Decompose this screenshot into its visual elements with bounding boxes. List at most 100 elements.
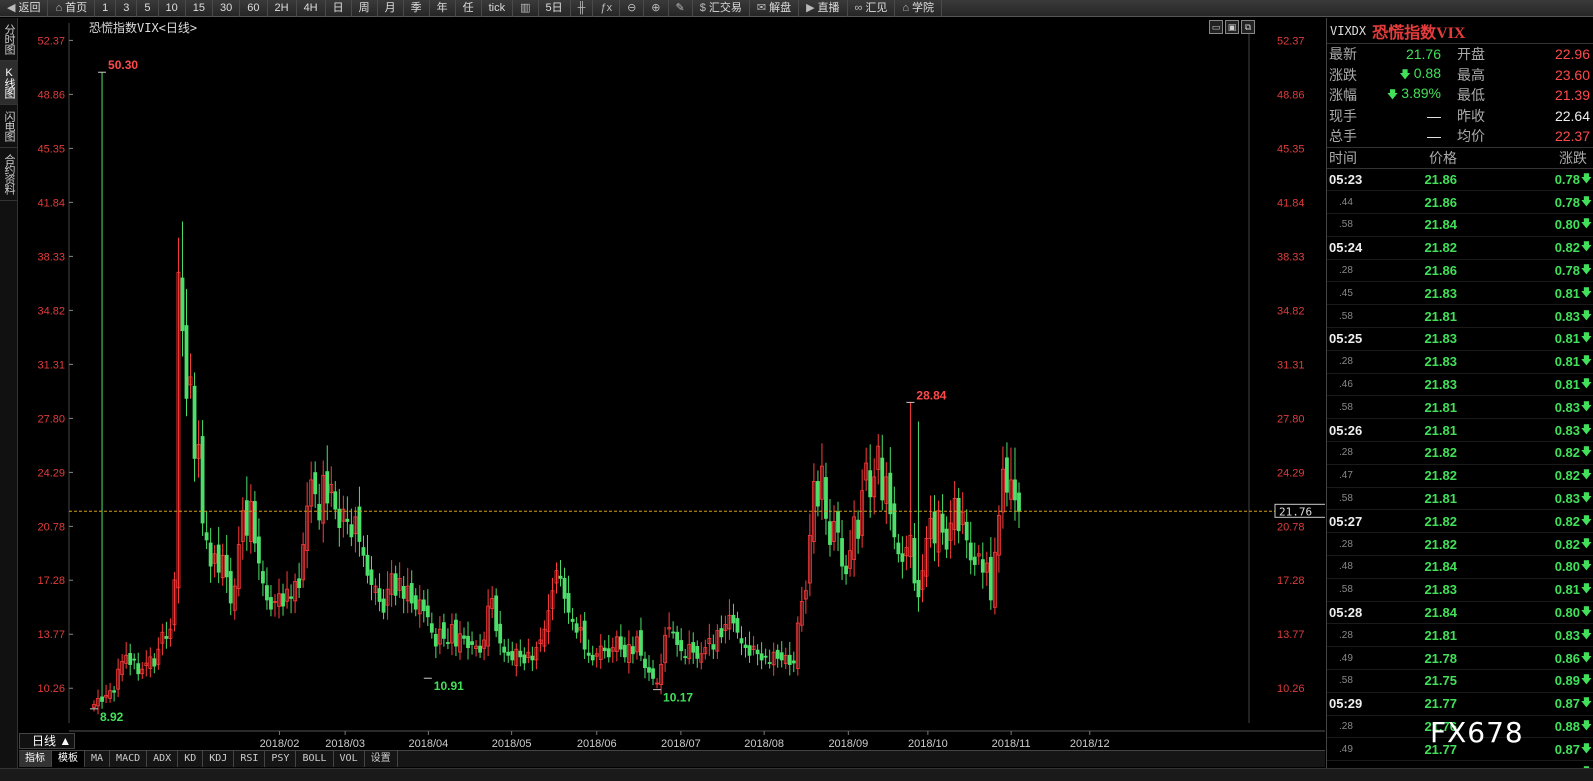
toolbar-pany-button[interactable]: 任 [456, 0, 482, 17]
toolbar-p2h-button[interactable]: 2H [268, 0, 297, 17]
candle-body [944, 528, 949, 550]
tick-table[interactable]: 05:23 21.86 0.78 🡇 .44 21.86 0.78 🡇 .58 21.84 0.80… [1327, 169, 1593, 768]
indicator-tabs: 指标 模板 MA MACD ADX KD KDJ RSI PSY BOLL VOL 设置 [19, 750, 1325, 767]
tick-row: .58 21.84 0.80 🡇 [1327, 214, 1593, 237]
left-tab-bar: 分时图 K线图 闪电图 合约资料 [0, 18, 18, 781]
toolbar-p4h-button[interactable]: 4H [297, 0, 326, 17]
indicator-tab-10[interactable]: VOL [334, 751, 365, 767]
candle-body [647, 667, 651, 673]
down-arrow-icon: 🡇 [1580, 674, 1592, 687]
quote-header: VIXDX 恐慌指数VIX [1327, 18, 1593, 44]
toolbar-p30-button[interactable]: 30 [213, 0, 241, 17]
toolbar-pday-button[interactable]: 日 [326, 0, 352, 17]
toolbar-academy-button[interactable]: ⌂ 学院 [895, 0, 943, 17]
indicator-tab-5[interactable]: KD [178, 751, 204, 767]
down-arrow-icon: 🡇 [1580, 423, 1592, 436]
candle-body [759, 653, 764, 661]
tick-row: 05:29 21.77 0.87 🡇 [1327, 693, 1593, 716]
left-tab-2[interactable]: 闪电图 [0, 105, 18, 148]
tick-time: .58 [1339, 219, 1353, 231]
toolbar-label: 日 [332, 1, 344, 14]
candle-body [478, 645, 482, 653]
restore-chart-icon[interactable]: ⧉ [1241, 20, 1255, 34]
zoom-in-chart-icon[interactable]: ▣ [1225, 20, 1239, 34]
candle-body [269, 597, 273, 610]
candle-body [200, 436, 205, 524]
annotation-label: 10.91 [434, 679, 464, 693]
indicator-tab-4[interactable]: ADX [147, 751, 179, 767]
toolbar-pweek-button[interactable]: 周 [352, 0, 378, 17]
tick-row: 05:28 21.84 0.80 🡇 [1327, 602, 1593, 625]
candle-body [244, 500, 249, 536]
toolbar-label: 返回 [18, 1, 41, 14]
tick-price: 21.82 [1424, 536, 1457, 552]
toolbar-live-button[interactable]: ▶ 直播 [799, 0, 848, 17]
toolbar-pquarter-button[interactable]: 季 [404, 0, 430, 17]
toolbar-back-button[interactable]: ◀ 返回 [0, 0, 49, 17]
toolbar-zoomin-button[interactable]: ⊕ [644, 0, 669, 17]
tick-price: 21.75 [1424, 673, 1457, 689]
toolbar-p3-button[interactable]: 3 [116, 0, 138, 17]
toolbar-p15-button[interactable]: 15 [186, 0, 213, 17]
tick-time: 05:23 [1329, 171, 1363, 187]
tick-row: .28 21.82 0.82 🡇 [1327, 533, 1593, 557]
candle-body [566, 593, 571, 613]
tick-row: .28 21.86 0.78 🡇 [1327, 260, 1593, 283]
down-arrow-icon: 🡇 [1580, 697, 1592, 710]
tick-change: 0.83 [1554, 491, 1580, 507]
left-tab-3[interactable]: 合约资料 [0, 148, 18, 201]
candle-body [184, 325, 189, 399]
indicator-tab-7[interactable]: RSI [234, 751, 266, 767]
toolbar-home-button[interactable]: ⌂ 首页 [48, 0, 96, 17]
toolbar-p60-button[interactable]: 60 [240, 0, 268, 17]
tick-change: 0.78 [1554, 194, 1580, 210]
toolbar-label: tick [488, 1, 506, 14]
left-tab-0[interactable]: 分时图 [0, 18, 18, 61]
candle-body [297, 578, 302, 589]
toolbar-pyear-button[interactable]: 年 [430, 0, 456, 17]
down-arrow-icon: 🡇 [1580, 332, 1592, 345]
toolbar-p10-button[interactable]: 10 [159, 0, 186, 17]
toolbar-p1-button[interactable]: 1 [95, 0, 117, 17]
left-tab-1[interactable]: K线图 [0, 61, 18, 105]
candle-body [675, 631, 680, 645]
toolbar-p5-button[interactable]: 5 [137, 0, 159, 17]
tick-change: 0.81 [1554, 331, 1580, 347]
quote-row: 涨幅 🡇 3.89% 最低 21.39 [1327, 85, 1593, 106]
toolbar-zoomout-button[interactable]: ⊖ [620, 0, 645, 17]
indicator-tab-0[interactable]: 指标 [19, 751, 52, 767]
indicator-tab-1[interactable]: 模板 [52, 751, 85, 767]
toolbar-label: 直播 [817, 1, 840, 14]
toolbar-fx-button[interactable]: ƒx [593, 0, 621, 17]
tick-change: 0.81 [1554, 354, 1580, 370]
kline-chart-svg[interactable]: 52.37 52.37 48.86 48.86 45.35 45.35 41.84 41.84… [19, 18, 1325, 748]
zoom-out-chart-icon[interactable]: ▭ [1209, 20, 1223, 34]
candle-body [900, 553, 905, 562]
tick-price: 21.81 [1424, 422, 1457, 438]
toolbar-bars-button[interactable]: ▥ [513, 0, 539, 17]
toolbar-draw-button[interactable]: ✎ [669, 0, 693, 17]
toolbar-label: 4H [303, 1, 318, 14]
toolbar-analysis-button[interactable]: ✉ 解盘 [750, 0, 800, 17]
period-label[interactable]: 日线 ▲ [19, 733, 75, 749]
tick-time: .58 [1327, 767, 1397, 768]
candle-body [208, 542, 213, 567]
y-tick-label: 45.35 [37, 143, 65, 155]
toolbar-trade-button[interactable]: $ 汇交易 [693, 0, 750, 17]
indicator-tab-9[interactable]: BOLL [296, 751, 334, 767]
indicator-tab-3[interactable]: MACD [110, 751, 148, 767]
candle-body [912, 538, 917, 584]
indicator-tab-2[interactable]: MA [85, 751, 111, 767]
indicator-tab-11[interactable]: 设置 [365, 751, 398, 767]
indicator-tab-6[interactable]: KDJ [203, 751, 235, 767]
candle-body [337, 508, 342, 529]
kline-chart[interactable]: 52.37 52.37 48.86 48.86 45.35 45.35 41.84 41.84… [19, 18, 1325, 748]
indicator-tab-8[interactable]: PSY [265, 751, 297, 767]
toolbar-pmonth-button[interactable]: 月 [378, 0, 404, 17]
toolbar-tick-button[interactable]: tick [482, 0, 514, 17]
y-tick-label-right: 10.26 [1277, 683, 1305, 695]
toolbar-view-button[interactable]: ∞ 汇见 [848, 0, 896, 17]
toolbar-candles-button[interactable]: ╫ [571, 0, 594, 17]
quote-label: 总手 [1329, 128, 1357, 145]
toolbar-p5day-button[interactable]: 5日 [539, 0, 571, 17]
